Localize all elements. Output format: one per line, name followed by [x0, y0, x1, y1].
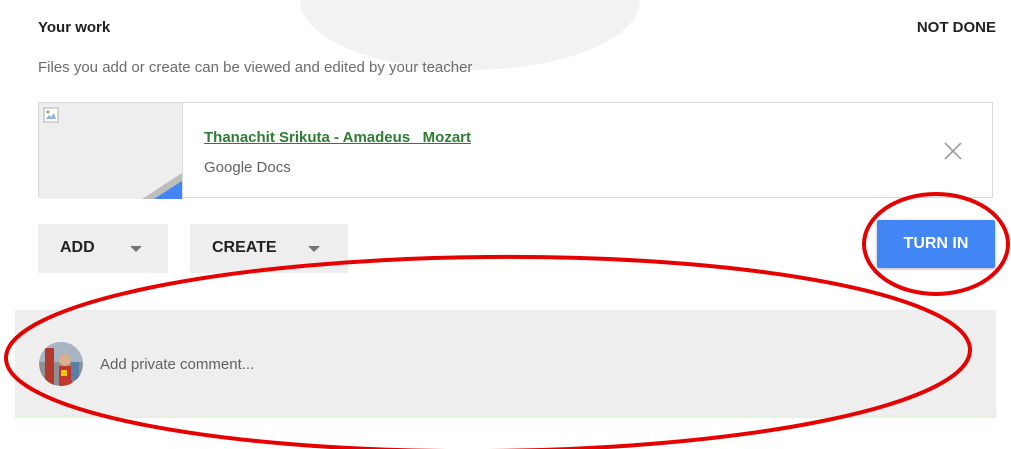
status-label: NOT DONE — [916, 19, 996, 36]
section-title: Your work — [38, 19, 111, 36]
chevron-down-icon — [130, 246, 142, 252]
turn-in-button[interactable]: TURN IN — [877, 220, 995, 268]
attachment-title-link[interactable]: Thanachit Srikuta - Amadeus_ Mozart — [204, 129, 471, 146]
docs-corner-icon — [142, 173, 182, 199]
close-icon[interactable] — [942, 140, 964, 162]
avatar — [39, 342, 83, 386]
add-button-label: ADD — [60, 239, 95, 256]
create-button[interactable]: CREATE — [190, 224, 348, 273]
attachment-type: Google Docs — [204, 159, 291, 176]
broken-image-icon — [43, 107, 59, 123]
create-button-label: CREATE — [212, 239, 277, 256]
divider — [15, 415, 996, 418]
avatar-image — [39, 342, 83, 386]
chevron-down-icon — [308, 246, 320, 252]
attachment-card[interactable]: Thanachit Srikuta - Amadeus_ Mozart Goog… — [38, 102, 993, 199]
attachment-thumbnail[interactable] — [39, 103, 183, 199]
helper-text: Files you add or create can be viewed an… — [38, 59, 473, 76]
private-comment-input[interactable] — [100, 350, 600, 378]
add-button[interactable]: ADD — [38, 224, 168, 273]
